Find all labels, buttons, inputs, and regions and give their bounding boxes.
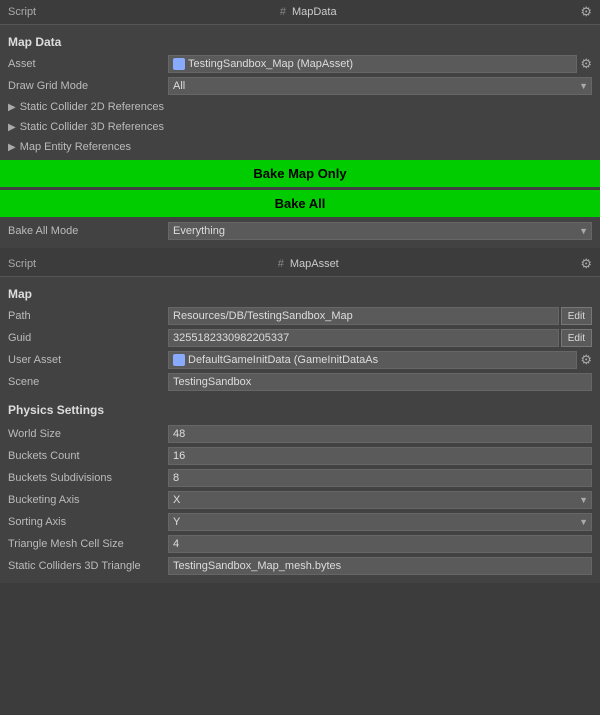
static-colliders-value: TestingSandbox_Map_mesh.bytes — [168, 557, 592, 575]
draw-grid-select[interactable]: All — [168, 77, 592, 95]
asset-row: Asset TestingSandbox_Map (MapAsset) ⚙ — [0, 53, 600, 75]
user-asset-label: User Asset — [8, 354, 168, 366]
asset-label: Asset — [8, 58, 168, 70]
world-size-row: World Size 48 — [0, 423, 600, 445]
script2-hash: # — [278, 258, 284, 270]
sorting-axis-select[interactable]: Y X Z — [168, 513, 592, 531]
bucketing-axis-select[interactable]: X Y Z — [168, 491, 592, 509]
world-size-label: World Size — [8, 428, 168, 440]
map-group-label: Map — [0, 283, 600, 305]
triangle-mesh-label: Triangle Mesh Cell Size — [8, 538, 168, 550]
path-value: Resources/DB/TestingSandbox_Map — [168, 307, 559, 325]
bake-all-mode-select[interactable]: Everything — [168, 222, 592, 240]
map-entity-arrow: ▶ — [8, 142, 16, 153]
map-data-group-label: Map Data — [0, 31, 600, 53]
physics-group-spacer: Physics Settings — [0, 393, 600, 423]
buckets-subdivisions-row: Buckets Subdivisions 8 — [0, 467, 600, 489]
user-asset-gear-icon[interactable]: ⚙ — [580, 352, 592, 368]
script1-label: Script — [8, 6, 36, 18]
sorting-axis-row: Sorting Axis Y X Z ▼ — [0, 511, 600, 533]
scene-value: TestingSandbox — [168, 373, 592, 391]
bake-all-button[interactable]: Bake All — [0, 190, 600, 217]
script2-label: Script — [8, 258, 36, 270]
user-asset-row: User Asset DefaultGameInitData (GameInit… — [0, 349, 600, 371]
buckets-count-label: Buckets Count — [8, 450, 168, 462]
sorting-axis-select-wrapper: Y X Z ▼ — [168, 513, 592, 531]
static-3d-label: Static Collider 3D References — [20, 121, 164, 133]
asset-icon — [173, 58, 185, 70]
scene-row: Scene TestingSandbox — [0, 371, 600, 393]
triangle-mesh-row: Triangle Mesh Cell Size 4 — [0, 533, 600, 555]
guid-edit-button[interactable]: Edit — [561, 329, 592, 347]
path-row: Path Resources/DB/TestingSandbox_Map Edi… — [0, 305, 600, 327]
script2-name: MapAsset — [290, 258, 339, 270]
bake-all-mode-row: Bake All Mode Everything ▼ — [0, 220, 600, 242]
buckets-subdivisions-label: Buckets Subdivisions — [8, 472, 168, 484]
triangle-mesh-value: 4 — [168, 535, 592, 553]
draw-grid-row: Draw Grid Mode All ▼ — [0, 75, 600, 97]
map-entity-label: Map Entity References — [20, 141, 131, 153]
static-3d-row[interactable]: ▶ Static Collider 3D References — [0, 117, 600, 137]
asset-field[interactable]: TestingSandbox_Map (MapAsset) — [168, 55, 577, 73]
path-edit-button[interactable]: Edit — [561, 307, 592, 325]
script1-gear-icon[interactable]: ⚙ — [580, 4, 592, 20]
guid-row: Guid 3255182330982205337 Edit — [0, 327, 600, 349]
main-panel: Script # MapData ⚙ Map Data Asset Testin… — [0, 0, 600, 583]
guid-label: Guid — [8, 332, 168, 344]
scene-label: Scene — [8, 376, 168, 388]
map-entity-row[interactable]: ▶ Map Entity References — [0, 137, 600, 157]
static-2d-row[interactable]: ▶ Static Collider 2D References — [0, 97, 600, 117]
static-2d-label: Static Collider 2D References — [20, 101, 164, 113]
bake-map-only-button[interactable]: Bake Map Only — [0, 160, 600, 187]
buckets-subdivisions-value: 8 — [168, 469, 592, 487]
sorting-axis-label: Sorting Axis — [8, 516, 168, 528]
script2-body: Map Path Resources/DB/TestingSandbox_Map… — [0, 277, 600, 583]
buckets-count-value: 16 — [168, 447, 592, 465]
user-asset-field[interactable]: DefaultGameInitData (GameInitDataAs — [168, 351, 577, 369]
static-colliders-row: Static Colliders 3D Triangle TestingSand… — [0, 555, 600, 577]
static-colliders-label: Static Colliders 3D Triangle — [8, 560, 168, 572]
path-field-wrapper: Resources/DB/TestingSandbox_Map Edit — [168, 307, 592, 325]
script2-header: Script # MapAsset ⚙ — [0, 252, 600, 277]
world-size-value: 48 — [168, 425, 592, 443]
bucketing-axis-label: Bucketing Axis — [8, 494, 168, 506]
user-asset-icon — [173, 354, 185, 366]
static-2d-arrow: ▶ — [8, 102, 16, 113]
draw-grid-select-wrapper: All ▼ — [168, 77, 592, 95]
bucketing-axis-row: Bucketing Axis X Y Z ▼ — [0, 489, 600, 511]
asset-gear-icon[interactable]: ⚙ — [580, 56, 592, 72]
guid-field-wrapper: 3255182330982205337 Edit — [168, 329, 592, 347]
static-3d-arrow: ▶ — [8, 122, 16, 133]
script1-body: Map Data Asset TestingSandbox_Map (MapAs… — [0, 25, 600, 248]
asset-value: TestingSandbox_Map (MapAsset) — [188, 58, 353, 70]
guid-value: 3255182330982205337 — [168, 329, 559, 347]
bake-all-mode-label: Bake All Mode — [8, 225, 168, 237]
buckets-count-row: Buckets Count 16 — [0, 445, 600, 467]
script1-name: MapData — [292, 6, 337, 18]
bucketing-axis-select-wrapper: X Y Z ▼ — [168, 491, 592, 509]
physics-group-label: Physics Settings — [0, 399, 600, 421]
draw-grid-label: Draw Grid Mode — [8, 80, 168, 92]
script2-gear-icon[interactable]: ⚙ — [580, 256, 592, 272]
script1-hash: # — [280, 6, 286, 18]
bake-all-mode-select-wrapper: Everything ▼ — [168, 222, 592, 240]
script1-header: Script # MapData ⚙ — [0, 0, 600, 25]
path-label: Path — [8, 310, 168, 322]
user-asset-value: DefaultGameInitData (GameInitDataAs — [188, 354, 378, 366]
